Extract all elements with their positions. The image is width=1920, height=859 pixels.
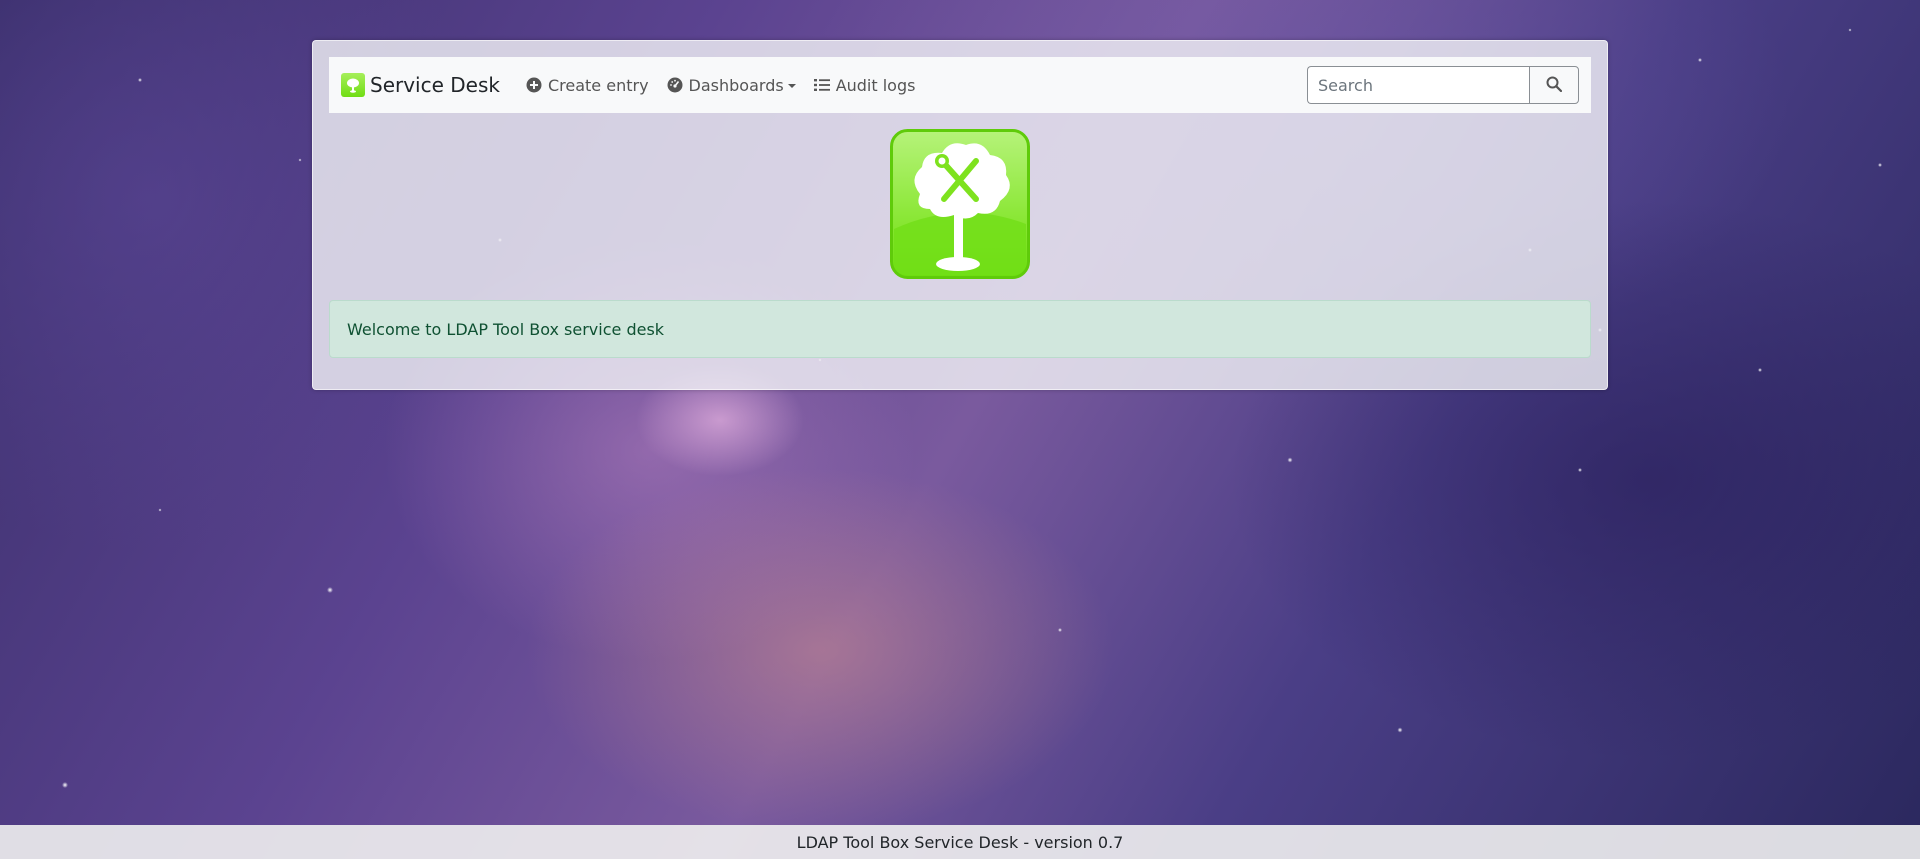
search-button[interactable] <box>1529 66 1579 104</box>
navbar: Service Desk Create entry Dashboards Aud… <box>329 57 1591 113</box>
footer-version-text: LDAP Tool Box Service Desk - version 0.7 <box>796 832 1124 852</box>
welcome-alert: Welcome to LDAP Tool Box service desk <box>329 300 1591 358</box>
nav-audit-logs-label: Audit logs <box>835 75 916 95</box>
nav-dashboards-label: Dashboards <box>688 75 784 95</box>
brand-link[interactable]: Service Desk <box>341 73 500 97</box>
footer: LDAP Tool Box Service Desk - version 0.7 <box>0 825 1920 859</box>
dashboard-gauge-icon <box>667 77 683 93</box>
search-icon <box>1546 76 1563 95</box>
search-input[interactable] <box>1307 66 1529 104</box>
nav-dashboards-dropdown[interactable]: Dashboards <box>667 76 796 95</box>
brand-title: Service Desk <box>370 73 500 97</box>
plus-circle-icon <box>526 77 542 93</box>
nav-create-entry[interactable]: Create entry <box>526 76 649 95</box>
nav-audit-logs[interactable]: Audit logs <box>813 75 916 95</box>
welcome-message: Welcome to LDAP Tool Box service desk <box>347 319 665 339</box>
search-form <box>1307 66 1579 104</box>
main-container: Service Desk Create entry Dashboards Aud… <box>312 40 1608 390</box>
list-icon <box>813 77 830 93</box>
brand-logo-icon <box>341 73 365 97</box>
nav-create-entry-label: Create entry <box>547 75 649 95</box>
chevron-down-icon <box>787 84 796 88</box>
ldap-toolbox-tree-logo <box>890 129 1030 279</box>
